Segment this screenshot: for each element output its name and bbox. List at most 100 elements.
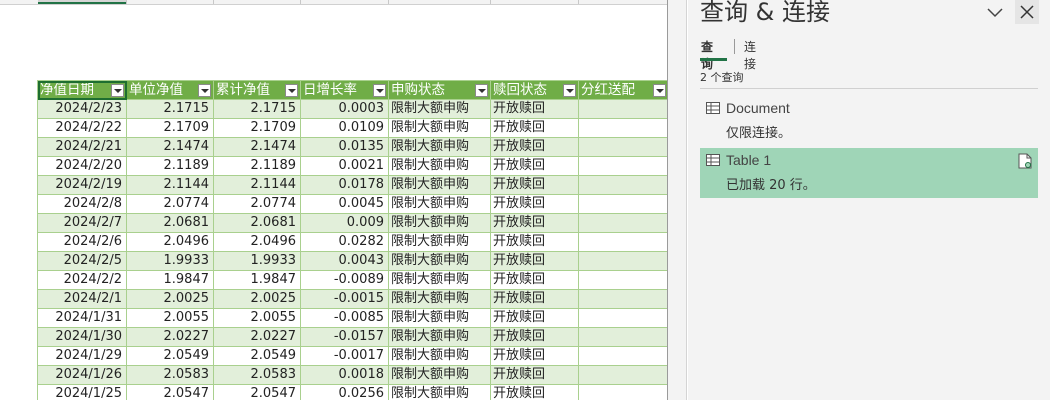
column-header[interactable]: 净值日期 [37, 80, 127, 100]
table-cell[interactable]: 0.0003 [300, 99, 389, 119]
table-cell[interactable]: 2.1474 [213, 137, 301, 157]
table-cell[interactable]: 开放赎回 [490, 137, 579, 157]
table-cell[interactable]: 2.0681 [126, 213, 214, 233]
table-cell[interactable]: 开放赎回 [490, 251, 579, 271]
table-cell[interactable]: 1.9847 [126, 270, 214, 290]
filter-dropdown-icon[interactable] [285, 84, 298, 97]
table-cell[interactable]: 0.0135 [300, 137, 389, 157]
table-cell[interactable]: 限制大额申购 [388, 346, 491, 366]
table-cell[interactable]: 限制大额申购 [388, 232, 491, 252]
table-cell[interactable]: -0.0015 [300, 289, 389, 309]
table-cell[interactable]: 2.0547 [213, 384, 301, 400]
table-cell[interactable]: 限制大额申购 [388, 365, 491, 385]
filter-dropdown-icon[interactable] [111, 84, 124, 97]
table-cell[interactable]: 2.0774 [213, 194, 301, 214]
table-cell[interactable]: 开放赎回 [490, 213, 579, 233]
column-header[interactable]: 日增长率 [300, 80, 389, 100]
table-cell[interactable]: 限制大额申购 [388, 99, 491, 119]
table-cell[interactable]: 限制大额申购 [388, 175, 491, 195]
table-cell[interactable]: 2024/2/2 [37, 270, 127, 290]
table-cell[interactable]: 2.1189 [126, 156, 214, 176]
table-cell[interactable]: 2.0547 [126, 384, 214, 400]
table-cell[interactable]: 2024/2/19 [37, 175, 127, 195]
table-cell[interactable]: 限制大额申购 [388, 289, 491, 309]
column-header[interactable]: 累计净值 [213, 80, 301, 100]
table-cell[interactable]: 0.0021 [300, 156, 389, 176]
table-cell[interactable]: 0.0045 [300, 194, 389, 214]
table-cell[interactable] [578, 346, 668, 366]
table-cell[interactable]: 2.1715 [126, 99, 214, 119]
filter-dropdown-icon[interactable] [373, 84, 386, 97]
spreadsheet-area[interactable]: 净值日期 单位净值 累计净值 日增长率 申购状态 赎回状态 分红送配 2024/2/23 2.… [0, 0, 668, 400]
table-cell[interactable]: -0.0157 [300, 327, 389, 347]
table-cell[interactable]: 开放赎回 [490, 289, 579, 309]
table-cell[interactable]: 2.1474 [126, 137, 214, 157]
table-cell[interactable] [578, 270, 668, 290]
table-cell[interactable]: 开放赎回 [490, 327, 579, 347]
column-header[interactable]: 赎回状态 [490, 80, 579, 100]
table-cell[interactable]: 2.0055 [213, 308, 301, 328]
table-cell[interactable]: 0.0018 [300, 365, 389, 385]
table-cell[interactable]: 0.0282 [300, 232, 389, 252]
table-cell[interactable]: -0.0017 [300, 346, 389, 366]
table-cell[interactable]: 2.1144 [126, 175, 214, 195]
table-cell[interactable]: 2024/2/6 [37, 232, 127, 252]
column-header[interactable]: 分红送配 [578, 80, 668, 100]
column-header[interactable]: 单位净值 [126, 80, 214, 100]
table-cell[interactable]: 限制大额申购 [388, 194, 491, 214]
table-cell[interactable]: 2.0583 [213, 365, 301, 385]
table-cell[interactable]: 2.0496 [213, 232, 301, 252]
table-cell[interactable] [578, 384, 668, 400]
table-cell[interactable]: 2024/2/20 [37, 156, 127, 176]
table-cell[interactable]: 2.0774 [126, 194, 214, 214]
table-cell[interactable] [578, 175, 668, 195]
table-cell[interactable]: 开放赎回 [490, 175, 579, 195]
table-cell[interactable]: 开放赎回 [490, 384, 579, 400]
table-cell[interactable]: 2024/2/23 [37, 99, 127, 119]
table-cell[interactable]: 限制大额申购 [388, 270, 491, 290]
table-cell[interactable]: 2.0227 [213, 327, 301, 347]
table-cell[interactable]: 限制大额申购 [388, 137, 491, 157]
table-cell[interactable]: 开放赎回 [490, 156, 579, 176]
table-cell[interactable]: 开放赎回 [490, 118, 579, 138]
table-cell[interactable]: 2.1709 [213, 118, 301, 138]
filter-dropdown-icon[interactable] [653, 84, 666, 97]
table-cell[interactable]: 2024/1/26 [37, 365, 127, 385]
table-cell[interactable] [578, 194, 668, 214]
table-cell[interactable]: 2024/2/21 [37, 137, 127, 157]
table-cell[interactable]: 2024/2/22 [37, 118, 127, 138]
table-cell[interactable]: 1.9933 [213, 251, 301, 271]
table-cell[interactable] [578, 232, 668, 252]
table-cell[interactable]: 2.0496 [126, 232, 214, 252]
table-cell[interactable]: 限制大额申购 [388, 213, 491, 233]
table-cell[interactable] [578, 289, 668, 309]
table-cell[interactable]: 限制大额申购 [388, 251, 491, 271]
table-cell[interactable] [578, 327, 668, 347]
table-cell[interactable] [578, 251, 668, 271]
table-cell[interactable]: 0.0109 [300, 118, 389, 138]
table-cell[interactable]: 2.0227 [126, 327, 214, 347]
table-cell[interactable] [578, 137, 668, 157]
table-cell[interactable]: 限制大额申购 [388, 327, 491, 347]
table-cell[interactable]: 开放赎回 [490, 270, 579, 290]
table-cell[interactable]: -0.0085 [300, 308, 389, 328]
filter-dropdown-icon[interactable] [198, 84, 211, 97]
table-cell[interactable]: 开放赎回 [490, 232, 579, 252]
table-cell[interactable]: 2.0583 [126, 365, 214, 385]
table-cell[interactable]: 限制大额申购 [388, 156, 491, 176]
table-cell[interactable]: 开放赎回 [490, 346, 579, 366]
table-cell[interactable]: -0.0089 [300, 270, 389, 290]
pane-splitter[interactable] [668, 0, 687, 400]
table-cell[interactable] [578, 156, 668, 176]
table-cell[interactable]: 2024/2/7 [37, 213, 127, 233]
table-cell[interactable]: 2024/2/8 [37, 194, 127, 214]
filter-dropdown-icon[interactable] [563, 84, 576, 97]
table-cell[interactable] [578, 308, 668, 328]
table-cell[interactable]: 2024/1/30 [37, 327, 127, 347]
table-cell[interactable]: 2.1189 [213, 156, 301, 176]
table-cell[interactable] [578, 365, 668, 385]
table-cell[interactable]: 1.9847 [213, 270, 301, 290]
table-cell[interactable] [578, 99, 668, 119]
column-header[interactable]: 申购状态 [388, 80, 491, 100]
table-cell[interactable]: 2.1144 [213, 175, 301, 195]
